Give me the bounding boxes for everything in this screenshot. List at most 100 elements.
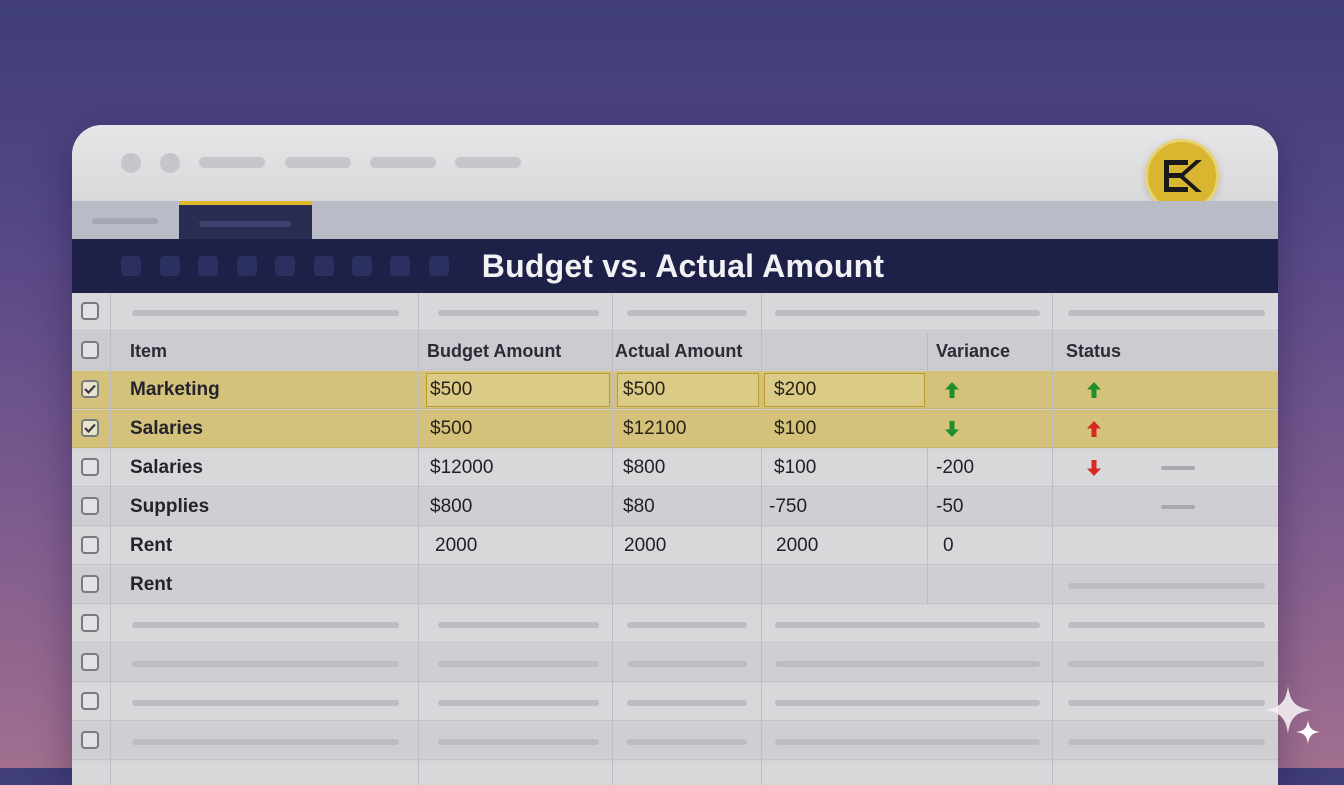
row-checkbox[interactable] — [81, 380, 99, 398]
cell-placeholder — [438, 622, 599, 628]
checkmark-icon — [84, 423, 96, 433]
cell-item[interactable]: Salaries — [130, 449, 203, 487]
cell-placeholder — [627, 739, 747, 745]
row-checkbox[interactable] — [81, 302, 99, 320]
table-row[interactable]: Salaries $500 $12100 $100 — [72, 410, 1278, 448]
table-row[interactable]: Marketing $500 $500 $200 — [72, 371, 1278, 409]
cell-placeholder — [438, 739, 599, 745]
row-checkbox[interactable] — [81, 614, 99, 632]
title-bar — [72, 125, 1278, 213]
table-row-placeholder — [72, 644, 1278, 682]
row-checkbox[interactable] — [81, 419, 99, 437]
cell-placeholder — [627, 310, 747, 316]
cell-placeholder — [775, 622, 1040, 628]
tab-bar — [72, 201, 1278, 239]
cell-actual[interactable]: $12100 — [623, 410, 686, 448]
table-row-placeholder — [72, 293, 1278, 331]
spreadsheet-window: Budget vs. Actual Amount Item Budget Amo… — [72, 125, 1278, 785]
cell-placeholder — [132, 310, 399, 316]
cell-extra[interactable]: -750 — [769, 488, 807, 526]
select-all-checkbox[interactable] — [81, 341, 99, 359]
cell-budget[interactable]: $800 — [430, 488, 472, 526]
cell-extra[interactable]: $100 — [774, 410, 816, 448]
cell-placeholder — [627, 622, 747, 628]
menu-placeholder[interactable] — [370, 157, 436, 168]
cell-actual[interactable]: $80 — [623, 488, 655, 526]
cell-placeholder — [132, 661, 399, 667]
cell-variance[interactable]: -200 — [936, 449, 974, 487]
cell-placeholder — [132, 739, 399, 745]
cell-placeholder — [1068, 739, 1265, 745]
cell-placeholder — [132, 622, 399, 628]
cell-placeholder — [775, 700, 1040, 706]
cell-budget[interactable]: $500 — [430, 410, 472, 448]
row-checkbox[interactable] — [81, 458, 99, 476]
table-row[interactable]: Rent — [72, 566, 1278, 604]
window-control-dot[interactable] — [121, 153, 141, 173]
cell-placeholder — [1068, 310, 1265, 316]
arrow-down-green-icon — [945, 421, 959, 437]
cell-item[interactable]: Salaries — [130, 410, 203, 448]
window-control-dot[interactable] — [160, 153, 180, 173]
table-row-placeholder — [72, 722, 1278, 760]
cell-budget[interactable]: 2000 — [435, 527, 477, 565]
table-row-placeholder — [72, 605, 1278, 643]
cell-actual[interactable]: $800 — [623, 449, 665, 487]
cell-placeholder — [438, 700, 599, 706]
column-divider — [1052, 293, 1053, 785]
column-divider — [612, 293, 613, 785]
status-dash — [1161, 466, 1195, 470]
cell-item[interactable]: Supplies — [130, 488, 209, 526]
cell-variance[interactable]: -50 — [936, 488, 963, 526]
row-checkbox[interactable] — [81, 497, 99, 515]
menu-placeholder[interactable] — [455, 157, 521, 168]
cell-budget[interactable]: $12000 — [430, 449, 493, 487]
cell-extra[interactable]: 2000 — [776, 527, 818, 565]
sheet-header: Budget vs. Actual Amount — [72, 239, 1278, 293]
cell-variance[interactable]: 0 — [943, 527, 954, 565]
cell-budget[interactable]: $500 — [430, 371, 472, 409]
table-row[interactable]: Supplies $800 $80 -750 -50 — [72, 488, 1278, 526]
cell-placeholder — [627, 661, 747, 667]
cell-placeholder — [775, 310, 1040, 316]
row-checkbox[interactable] — [81, 692, 99, 710]
cell-placeholder — [438, 661, 599, 667]
cell-item[interactable]: Rent — [130, 527, 172, 565]
status-dash — [1161, 505, 1195, 509]
tab-inactive[interactable] — [92, 218, 158, 224]
column-header-budget[interactable]: Budget Amount — [427, 332, 561, 370]
cell-placeholder — [775, 739, 1040, 745]
tab-active[interactable] — [179, 201, 312, 239]
table-row-placeholder — [72, 683, 1278, 721]
cell-placeholder — [1068, 583, 1265, 589]
column-header-actual[interactable]: Actual Amount — [615, 332, 742, 370]
column-header-item[interactable]: Item — [130, 332, 167, 370]
row-checkbox[interactable] — [81, 536, 99, 554]
cell-placeholder — [1068, 661, 1265, 667]
column-header-status[interactable]: Status — [1066, 332, 1121, 370]
column-header-variance[interactable]: Variance — [936, 332, 1010, 370]
cell-placeholder — [775, 661, 1040, 667]
row-checkbox[interactable] — [81, 653, 99, 671]
table-row[interactable]: Salaries $12000 $800 $100 -200 — [72, 449, 1278, 487]
column-divider — [927, 332, 928, 605]
sheet-title: Budget vs. Actual Amount — [481, 248, 885, 284]
menu-placeholder[interactable] — [199, 157, 265, 168]
tab-active-label-placeholder — [199, 221, 291, 227]
cell-actual[interactable]: 2000 — [624, 527, 666, 565]
cell-item[interactable]: Rent — [130, 566, 172, 604]
menu-placeholder[interactable] — [285, 157, 351, 168]
row-checkbox[interactable] — [81, 731, 99, 749]
table-row[interactable]: Rent 2000 2000 2000 0 — [72, 527, 1278, 565]
column-divider — [418, 293, 419, 785]
arrow-up-red-icon — [1087, 421, 1101, 437]
cell-item[interactable]: Marketing — [130, 371, 220, 409]
column-divider — [110, 293, 111, 785]
cell-placeholder — [1068, 622, 1265, 628]
column-divider — [761, 293, 762, 785]
arrow-up-green-icon — [1087, 382, 1101, 398]
cell-extra[interactable]: $200 — [774, 371, 816, 409]
row-checkbox[interactable] — [81, 575, 99, 593]
cell-actual[interactable]: $500 — [623, 371, 665, 409]
cell-extra[interactable]: $100 — [774, 449, 816, 487]
